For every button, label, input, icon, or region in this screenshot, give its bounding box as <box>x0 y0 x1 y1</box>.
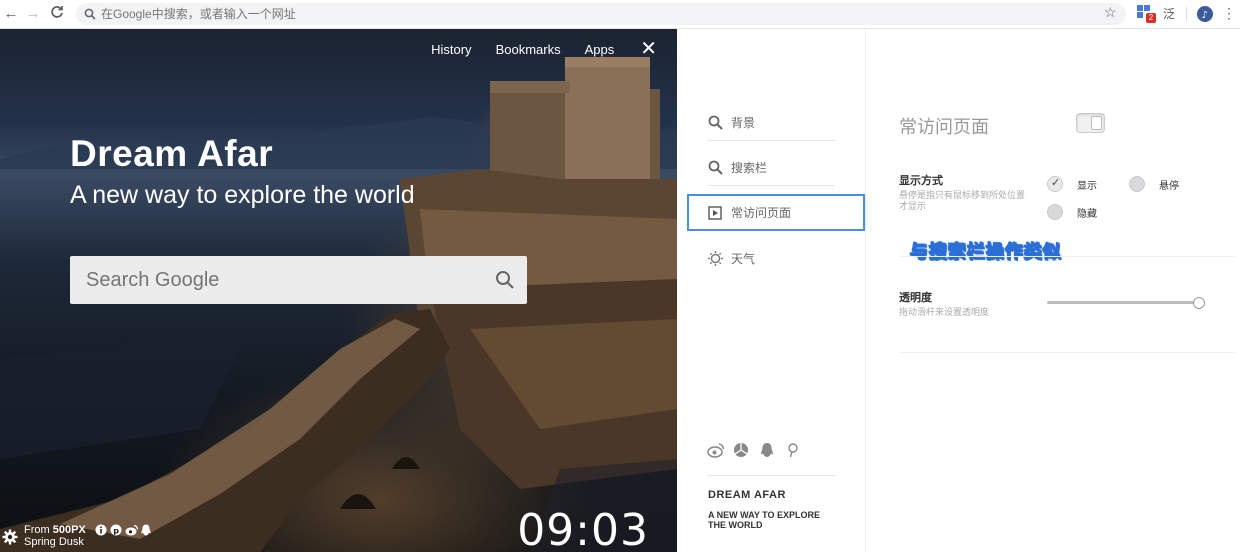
nav-item-background[interactable]: 背景 <box>707 105 835 141</box>
qq-icon[interactable] <box>140 524 152 536</box>
radio-icon <box>1129 176 1145 192</box>
search-icon <box>84 7 96 25</box>
weibo-icon[interactable] <box>707 442 725 458</box>
radio-icon <box>1047 204 1063 220</box>
browser-toolbar: ← → ☆ 2 泛 ♪ ⋮ <box>0 0 1240 29</box>
play-square-icon <box>707 205 723 221</box>
omnibox[interactable] <box>76 3 1126 25</box>
slider-thumb[interactable] <box>1193 297 1205 309</box>
radio-label: 悬停 <box>1159 180 1179 192</box>
slider-track <box>1047 301 1199 304</box>
nav-divider <box>707 475 835 476</box>
opacity-description: 拖动滑杆来设置透明度 <box>899 307 990 317</box>
app-root: ← → ☆ 2 泛 ♪ ⋮ <box>0 0 1240 552</box>
annotation-text: 与搜索栏操作类似 <box>910 242 1062 263</box>
settings-panel: 常访问页面 显示方式 悬停是指只有鼠标移到所处位置才显示 显示 悬停 隐藏 与搜… <box>866 29 1240 552</box>
nav-item-weather[interactable]: 天气 <box>707 240 835 276</box>
info-icon[interactable] <box>95 524 107 536</box>
back-arrow-icon[interactable]: ← <box>2 5 20 23</box>
translate-extension-icon[interactable]: 泛 <box>1162 5 1180 23</box>
opacity-label: 透明度 <box>899 292 932 304</box>
radio-hide[interactable]: 隐藏 <box>1047 204 1097 220</box>
opacity-slider[interactable] <box>1047 297 1205 309</box>
gear-icon[interactable] <box>2 529 18 545</box>
display-mode-label: 显示方式 <box>899 175 943 187</box>
bookmark-star-icon[interactable]: ☆ <box>1104 4 1117 21</box>
search-icon[interactable] <box>495 270 515 295</box>
settings-nav: 背景 搜索栏 常访问页面 天气 DREAM AFAR A NEW WAY TO … <box>677 29 866 552</box>
extension-icon[interactable]: 2 <box>1137 5 1156 23</box>
sun-icon <box>707 250 723 266</box>
radio-label: 显示 <box>1077 180 1097 192</box>
photo-credit: From 500PX p Spring Dusk <box>24 524 152 548</box>
google-search-box[interactable] <box>70 256 527 304</box>
svg-text:♪: ♪ <box>1202 10 1208 21</box>
search-icon <box>707 160 723 176</box>
browser-menu-icon[interactable]: ⋮ <box>1222 4 1236 22</box>
apps-link[interactable]: Apps <box>585 42 615 57</box>
weibo-icon[interactable] <box>125 524 138 536</box>
social-links <box>707 442 801 458</box>
bookmarks-link[interactable]: Bookmarks <box>496 42 561 57</box>
nav-item-frequent-pages[interactable]: 常访问页面 <box>687 194 865 231</box>
pinterest-icon[interactable]: p <box>110 524 122 536</box>
section-divider <box>899 256 1235 257</box>
close-icon[interactable]: ✕ <box>640 39 657 59</box>
clock: 09:03 <box>517 505 649 552</box>
photo-credit-area: From 500PX p Spring Dusk <box>2 524 152 548</box>
toolbar-separator <box>1186 7 1187 21</box>
nav-item-label: 常访问页面 <box>731 206 792 220</box>
frequent-pages-toggle[interactable] <box>1076 113 1105 133</box>
nav-item-label: 背景 <box>731 116 756 130</box>
brand-subtitle: A NEW WAY TO EXPLORE THE WORLD <box>708 510 821 530</box>
search-icon <box>707 115 723 131</box>
nav-item-label: 搜索栏 <box>731 161 768 175</box>
hero-subtitle: A new way to explore the world <box>70 181 415 209</box>
extension-badge: 2 <box>1146 13 1156 23</box>
nav-item-label: 天气 <box>731 251 756 266</box>
aperture-icon[interactable] <box>733 442 749 458</box>
svg-text:泛: 泛 <box>1163 7 1175 21</box>
section-divider <box>899 352 1235 353</box>
hero-title: Dream Afar <box>70 133 274 174</box>
reload-icon[interactable] <box>48 5 66 23</box>
pin-icon[interactable] <box>785 442 801 458</box>
background-photo: History Bookmarks Apps ✕ Dream Afar A ne… <box>0 29 677 552</box>
credit-from-label: From <box>24 523 53 536</box>
toggle-knob <box>1091 116 1102 130</box>
radio-hover[interactable]: 悬停 <box>1129 176 1179 192</box>
display-mode-description: 悬停是指只有鼠标移到所处位置才显示 <box>899 190 1026 211</box>
nav-item-search-bar[interactable]: 搜索栏 <box>707 150 835 186</box>
credit-source[interactable]: 500PX <box>53 524 86 536</box>
radio-checked-icon <box>1047 176 1063 192</box>
brand-title: DREAM AFAR <box>708 489 786 501</box>
svg-text:p: p <box>113 527 119 536</box>
credit-title[interactable]: Spring Dusk <box>24 536 152 548</box>
history-link[interactable]: History <box>431 42 471 57</box>
radio-label: 隐藏 <box>1077 208 1097 220</box>
profile-avatar-icon[interactable]: ♪ <box>1196 5 1214 23</box>
top-links: History Bookmarks Apps ✕ <box>431 39 657 59</box>
forward-arrow-icon[interactable]: → <box>24 5 42 23</box>
radio-show[interactable]: 显示 <box>1047 176 1097 192</box>
credit-icons: p <box>95 524 152 536</box>
omnibox-input[interactable] <box>101 5 1081 23</box>
page-title: 常访问页面 <box>899 117 989 137</box>
google-search-input[interactable] <box>86 266 486 294</box>
qq-icon[interactable] <box>759 442 775 458</box>
